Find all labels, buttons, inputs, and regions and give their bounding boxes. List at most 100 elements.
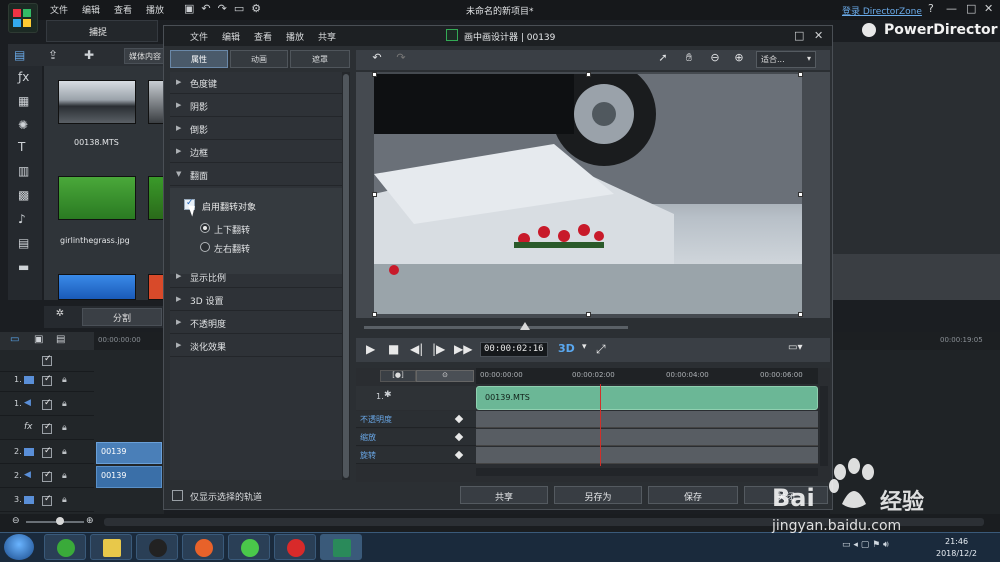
minimize-button[interactable]: — (946, 2, 957, 15)
media-room-icon[interactable]: ▤ (14, 48, 25, 62)
track-checkbox[interactable] (42, 374, 52, 386)
fx-icon[interactable]: ƒx (18, 70, 29, 84)
track-checkbox[interactable] (42, 494, 52, 506)
select-pointer-icon[interactable]: ➚ (652, 51, 674, 71)
resize-handle[interactable] (586, 312, 591, 317)
keyframe-vscrollbar[interactable] (820, 386, 828, 466)
keyframe-lane[interactable] (476, 429, 818, 446)
menu-edit[interactable]: 编辑 (82, 3, 100, 16)
media-thumb[interactable] (58, 80, 136, 124)
tab-properties[interactable]: 属性 (170, 50, 228, 68)
menu-play[interactable]: 播放 (146, 3, 164, 16)
display-mode-icon[interactable]: ▭▾ (788, 342, 802, 353)
dialog-menu-play[interactable]: 播放 (286, 30, 304, 43)
lock-icon[interactable]: 🔒︎ (62, 375, 70, 385)
media-thumb[interactable] (148, 274, 164, 300)
previous-frame-icon[interactable]: ◀︎| (410, 342, 423, 356)
track-checkbox[interactable] (42, 398, 52, 410)
taskbar-app-qq[interactable] (136, 534, 178, 560)
media-thumb[interactable] (148, 80, 164, 124)
timeline-ruler[interactable]: 00:00:00:00 (94, 332, 164, 350)
keyframe-lane[interactable] (476, 447, 818, 464)
property-3d-settings[interactable]: ▶ 3D 设置 (170, 289, 342, 311)
tab-animation[interactable]: 动画 (230, 50, 288, 68)
media-content-dropdown[interactable]: 媒体内容 (124, 48, 166, 64)
media-thumb[interactable] (58, 274, 136, 300)
menu-view[interactable]: 查看 (114, 3, 132, 16)
import-icon[interactable]: ⇪ (48, 48, 58, 62)
fullscreen-icon[interactable]: ⤢ (596, 342, 606, 357)
keyframe-lane[interactable] (476, 411, 818, 428)
flip-vertical-radio[interactable] (200, 223, 210, 233)
start-button[interactable] (4, 534, 34, 560)
audio-mixing-icon[interactable]: ▩ (18, 188, 29, 202)
subtitle-icon[interactable]: ▬ (18, 260, 29, 274)
seek-slider-knob[interactable] (520, 322, 530, 330)
property-chroma-key[interactable]: ▶ 色度键 (170, 72, 342, 94)
share-button[interactable]: 共享 (460, 486, 548, 504)
save-icon[interactable]: ▣ (184, 2, 194, 15)
undo-icon[interactable]: ↶ (366, 51, 388, 71)
taskbar-clock[interactable]: 21:46 2018/12/2 (936, 536, 977, 560)
restore-button[interactable]: □ (966, 2, 976, 15)
dialog-menu-edit[interactable]: 编辑 (222, 30, 240, 43)
playhead[interactable] (600, 384, 601, 466)
particle-icon[interactable]: ✺ (18, 118, 28, 132)
gear-icon[interactable]: ⚙ (251, 2, 261, 15)
chapter-icon[interactable]: ▤ (18, 236, 29, 250)
zoom-out-icon[interactable]: ⊖ (704, 51, 726, 71)
help-button[interactable]: ? (928, 2, 934, 15)
timeline-clip[interactable]: 00139 (96, 442, 162, 464)
scrollbar-thumb[interactable] (343, 74, 349, 478)
media-thumb[interactable] (58, 176, 136, 220)
save-button[interactable]: 保存 (648, 486, 738, 504)
close-button[interactable]: ✕ (984, 2, 993, 15)
timeline-view-icon[interactable]: ▭ (10, 334, 19, 345)
keyframe-ruler[interactable]: 00:00:00:00 00:00:02:00 00:00:04:00 00:0… (476, 368, 818, 384)
pip-video-object[interactable] (374, 74, 802, 314)
track-manager-icon[interactable]: ▤ (56, 334, 65, 345)
resize-handle[interactable] (798, 312, 803, 317)
property-reflection[interactable]: ▶ 倒影 (170, 118, 342, 140)
redo-icon[interactable]: ↷ (390, 51, 412, 71)
add-keyframe-icon[interactable] (454, 450, 464, 460)
dialog-maximize-button[interactable]: □ (794, 29, 804, 42)
only-selected-track-checkbox[interactable] (172, 490, 183, 501)
property-aspect-ratio[interactable]: ▶ 显示比例 (170, 266, 342, 288)
keyframe-add-button[interactable]: ⊙ (416, 370, 474, 382)
hand-pan-icon[interactable]: ✋︎ (678, 51, 700, 71)
taskbar-app-explorer[interactable] (90, 534, 132, 560)
dialog-menu-view[interactable]: 查看 (254, 30, 272, 43)
tab-capture[interactable]: 捕捉 (46, 20, 158, 42)
pip-icon[interactable]: ▦ (18, 94, 29, 108)
property-opacity[interactable]: ▶ 不透明度 (170, 312, 342, 334)
property-shadow[interactable]: ▶ 阴影 (170, 95, 342, 117)
lock-icon[interactable]: 🔒︎ (62, 447, 70, 457)
zoom-fit-select[interactable]: 适合... ▾ (756, 51, 816, 68)
lock-icon[interactable]: 🔒︎ (62, 471, 70, 481)
save-as-button[interactable]: 另存为 (554, 486, 642, 504)
track-all-checkbox[interactable] (42, 354, 52, 366)
keyframe-hscrollbar[interactable] (476, 468, 818, 476)
add-keyframe-icon[interactable] (454, 414, 464, 424)
timecode-field[interactable]: 00:00:02:16 (480, 342, 548, 357)
resize-handle[interactable] (798, 72, 803, 77)
redo-icon[interactable]: ↷ (218, 2, 227, 15)
keyframe-clip[interactable]: 00139.MTS (476, 386, 818, 410)
taskbar-app-browser[interactable] (44, 534, 86, 560)
menu-file[interactable]: 文件 (50, 3, 68, 16)
dialog-close-button[interactable]: ✕ (814, 29, 823, 42)
stop-icon[interactable]: ■ (388, 342, 399, 356)
property-fade[interactable]: ▶ 淡化效果 (170, 335, 342, 357)
property-border[interactable]: ▶ 边框 (170, 141, 342, 163)
split-button[interactable]: 分割 (82, 308, 162, 326)
keyframe-mode-button[interactable]: [●] (380, 370, 416, 382)
property-flip[interactable]: ▼ 翻面 (170, 164, 342, 186)
login-link[interactable]: 登录 DirectorZone (842, 4, 922, 17)
plugin-icon[interactable]: ✚ (84, 48, 94, 62)
chevron-down-icon[interactable]: ▾ (582, 342, 587, 352)
taskbar-app-firefox[interactable] (182, 534, 224, 560)
lock-icon[interactable]: 🔒︎ (62, 423, 70, 433)
microphone-icon[interactable]: ♪ (18, 212, 26, 226)
storyboard-icon[interactable]: ▣ (34, 334, 43, 345)
